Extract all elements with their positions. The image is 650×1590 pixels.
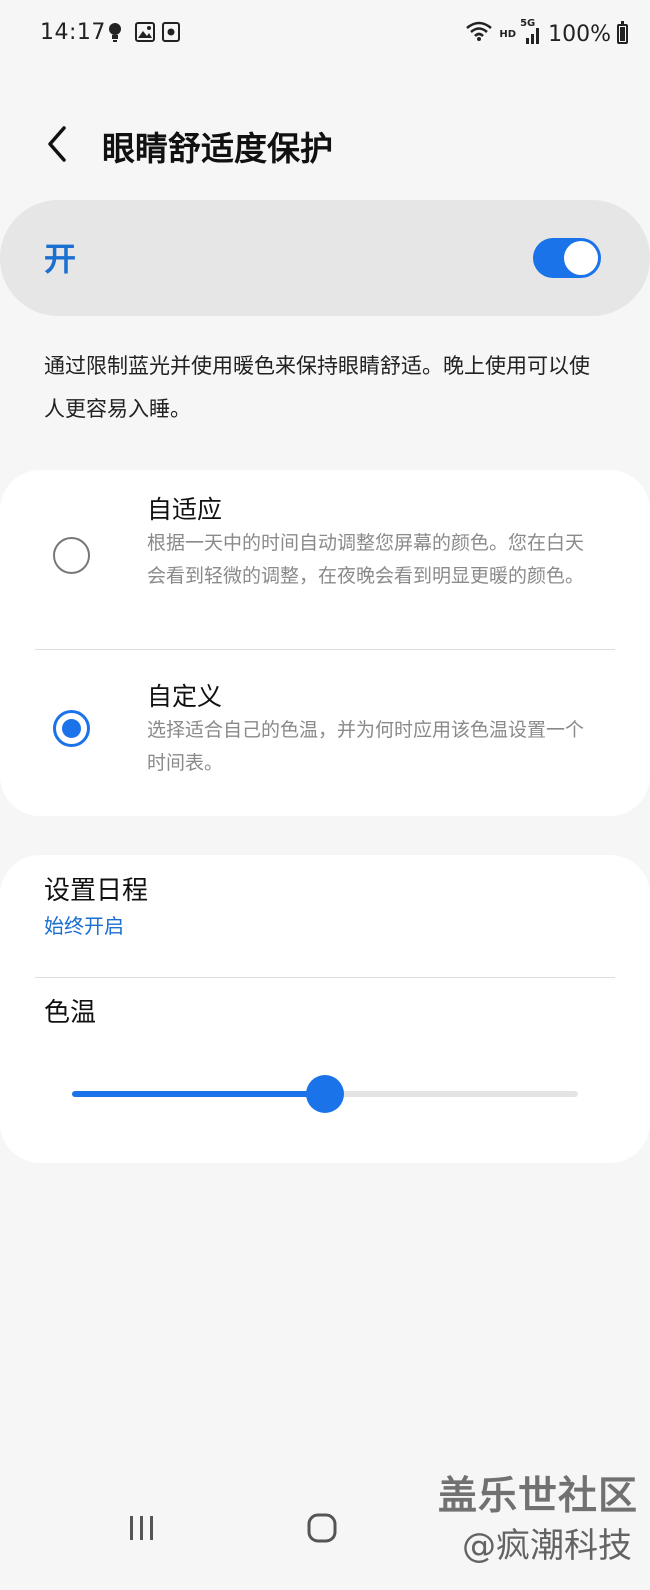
radio-custom[interactable] — [53, 710, 90, 747]
chevron-left-icon — [48, 126, 66, 162]
header: 眼睛舒适度保护 — [0, 110, 650, 180]
recent-apps-icon — [130, 1516, 153, 1540]
radio-adaptive[interactable] — [53, 537, 90, 574]
wifi-icon — [465, 20, 493, 48]
status-time: 14:17 — [40, 20, 106, 45]
notification-bulb-icon — [108, 22, 122, 48]
color-temp-slider[interactable] — [72, 1075, 578, 1113]
network-tag: HD — [499, 28, 517, 40]
schedule-row[interactable]: 设置日程 始终开启 — [0, 855, 650, 965]
status-bar: 14:17 HD 5G 100% — [0, 0, 650, 70]
page-title: 眼睛舒适度保护 — [102, 129, 333, 168]
navigation-bar — [0, 1510, 650, 1590]
option-custom[interactable]: 自定义 选择适合自己的色温，并为何时应用该色温设置一个时间表。 — [0, 650, 650, 816]
home-icon — [307, 1513, 337, 1543]
divider — [35, 977, 615, 978]
home-button[interactable] — [292, 1510, 352, 1570]
battery-icon — [617, 21, 628, 44]
slider-thumb[interactable] — [306, 1075, 344, 1113]
feature-description: 通过限制蓝光并使用暖色来保持眼睛舒适。晚上使用可以使人更容易入睡。 — [44, 354, 590, 421]
option-adaptive-title: 自适应 — [147, 495, 223, 524]
mode-card: 自适应 根据一天中的时间自动调整您屏幕的颜色。您在白天会看到轻微的调整，在夜晚会… — [0, 470, 650, 816]
signal-icon: 5G — [520, 18, 542, 44]
gallery-icon — [135, 22, 155, 46]
master-toggle[interactable] — [533, 238, 601, 278]
back-button[interactable] — [40, 124, 76, 164]
battery-text: 100% — [548, 21, 611, 47]
slider-fill — [72, 1091, 325, 1097]
toggle-knob — [564, 241, 598, 275]
color-temp-title: 色温 — [44, 998, 97, 1028]
screen-recorder-icon — [162, 22, 180, 46]
cell-tag: 5G — [520, 18, 536, 29]
master-switch-row[interactable]: 开 — [0, 200, 650, 316]
schedule-card: 设置日程 始终开启 色温 — [0, 855, 650, 1163]
option-adaptive[interactable]: 自适应 根据一天中的时间自动调整您屏幕的颜色。您在白天会看到轻微的调整，在夜晚会… — [0, 470, 650, 648]
option-custom-description: 选择适合自己的色温，并为何时应用该色温设置一个时间表。 — [147, 719, 585, 774]
recent-apps-button[interactable] — [112, 1510, 172, 1570]
schedule-value: 始终开启 — [44, 914, 124, 938]
master-switch-label: 开 — [44, 240, 77, 278]
option-adaptive-description: 根据一天中的时间自动调整您屏幕的颜色。您在白天会看到轻微的调整，在夜晚会看到明显… — [147, 532, 585, 587]
option-custom-title: 自定义 — [147, 682, 223, 711]
schedule-title: 设置日程 — [44, 876, 149, 906]
